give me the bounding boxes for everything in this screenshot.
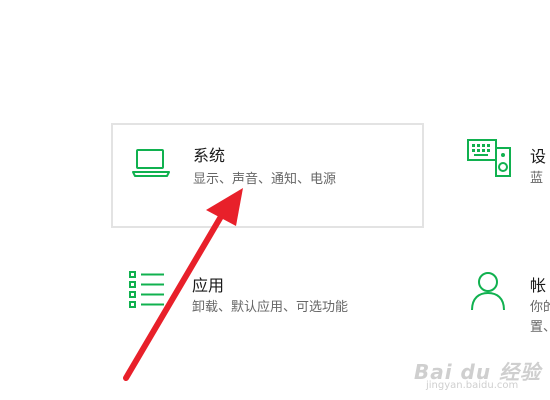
tile-title-accounts: 帐 [530, 276, 547, 295]
tile-title-devices: 设 [530, 147, 547, 166]
tile-description-accounts-line1: 你的 [530, 300, 550, 315]
settings-tile-apps[interactable]: 应用 卸载、默认应用、可选功能 [122, 262, 442, 332]
tile-description-devices: 蓝 [530, 171, 544, 186]
keyboard-speaker-icon [467, 139, 511, 177]
tile-description-accounts-line2: 置、 [530, 320, 550, 335]
list-icon [129, 271, 164, 308]
settings-tile-system[interactable]: 系统 显示、声音、通知、电源 [111, 123, 424, 228]
settings-tile-accounts[interactable]: 帐 你的 置、 [462, 262, 550, 342]
settings-tile-devices[interactable]: 设 蓝 [462, 130, 550, 210]
settings-home-screen: 系统 显示、声音、通知、电源 设 蓝 应用 卸载、默认应用、可选功能 帐 你的 … [0, 0, 550, 400]
person-icon [471, 272, 505, 311]
tile-description-system: 显示、声音、通知、电源 [193, 172, 337, 187]
watermark-url: jingyan.baidu.com [426, 380, 519, 391]
tile-title-system: 系统 [193, 146, 226, 165]
baidu-watermark: Bai du 经验 jingyan.baidu.com [414, 356, 540, 396]
laptop-icon [132, 149, 170, 177]
tile-description-apps: 卸载、默认应用、可选功能 [192, 300, 349, 315]
tile-title-apps: 应用 [192, 276, 225, 295]
